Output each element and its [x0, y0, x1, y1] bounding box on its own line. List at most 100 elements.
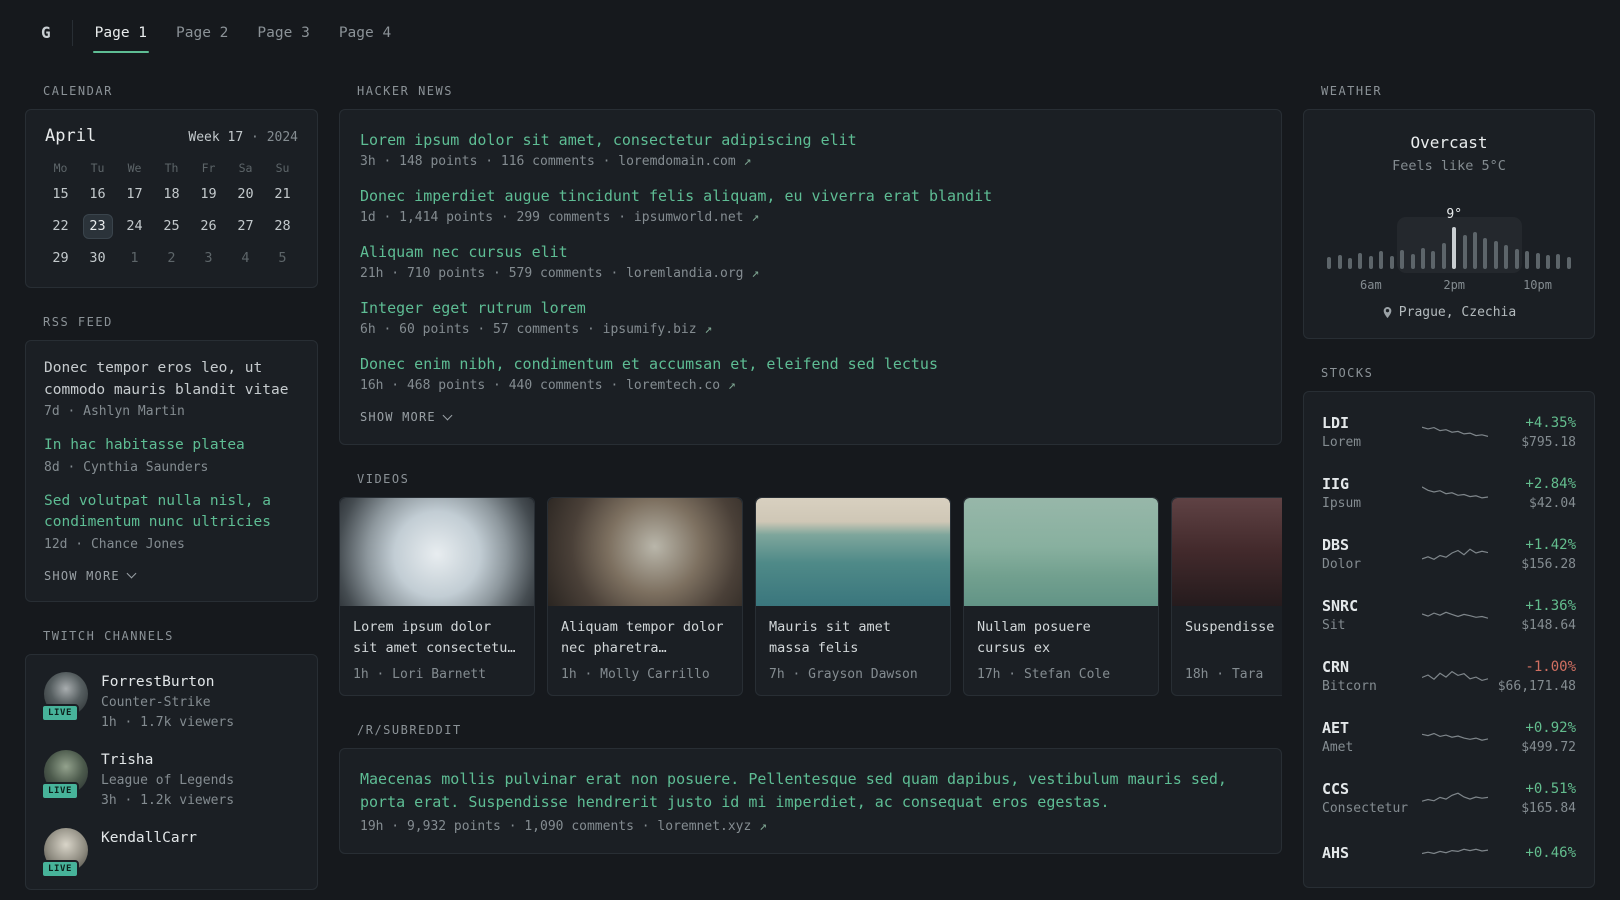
weather-bar	[1420, 248, 1425, 269]
stock-row[interactable]: DBS Dolor +1.42% $156.28	[1322, 524, 1576, 585]
calendar-day-number: 28	[274, 218, 291, 234]
weather-bar	[1452, 227, 1457, 269]
calendar-day: 4	[227, 245, 264, 271]
video-card[interactable]: Nullam posuere cursus ex 17h · Stefan Co…	[963, 497, 1159, 696]
stock-row[interactable]: SNRC Sit +1.36% $148.64	[1322, 585, 1576, 646]
external-link-icon[interactable]: ↗	[751, 266, 759, 281]
stock-name: Ipsum	[1322, 496, 1362, 511]
external-link-icon[interactable]: ↗	[728, 378, 736, 393]
live-badge: LIVE	[41, 781, 80, 800]
channel-category: Counter-Strike	[101, 694, 211, 710]
weather-section-title: WEATHER	[1321, 84, 1383, 98]
stock-price: $42.04	[1529, 496, 1576, 511]
stock-row[interactable]: AET Amet +0.92% $499.72	[1322, 707, 1576, 768]
twitch-widget: TWITCH CHANNELS LIVE ForrestBurton Count…	[25, 629, 318, 890]
calendar-day: 25	[153, 213, 190, 239]
channel-name: ForrestBurton	[101, 673, 215, 690]
hackernews-show-more-button[interactable]: SHOW MORE	[360, 410, 453, 424]
video-card[interactable]: Aliquam tempor dolor nec pharetra… 1h · …	[547, 497, 743, 696]
video-list: Lorem ipsum dolor sit amet consectetu… 1…	[339, 497, 1282, 696]
page-tab[interactable]: Page 4	[337, 0, 393, 66]
live-badge: LIVE	[41, 703, 80, 722]
video-thumbnail	[756, 498, 950, 606]
calendar-day: 30	[79, 245, 116, 271]
calendar-day-number: 21	[274, 186, 291, 202]
stock-values: -1.00% $66,171.48	[1496, 657, 1576, 696]
weather-bar	[1483, 238, 1488, 269]
page-tab[interactable]: Page 3	[255, 0, 311, 66]
stock-sparkline	[1422, 670, 1488, 681]
channel-meta: 1h · 1.7k viewers	[101, 714, 235, 730]
calendar-day: 2	[153, 245, 190, 271]
external-link-icon[interactable]: ↗	[744, 154, 752, 169]
video-title: Mauris sit amet massa felis	[769, 619, 891, 656]
stock-change: +0.46%	[1525, 845, 1576, 861]
stock-row[interactable]: AHS +0.46%	[1322, 829, 1576, 877]
rss-show-more-button[interactable]: SHOW MORE	[44, 569, 137, 583]
calendar-day: 27	[227, 213, 264, 239]
day-of-week-label: We	[127, 161, 142, 175]
hackernews-item-title[interactable]: Aliquam nec cursus elit	[360, 241, 1261, 263]
external-link-icon[interactable]: ↗	[704, 322, 712, 337]
calendar-day-number: 5	[278, 250, 287, 266]
calendar-day: 17	[116, 181, 153, 207]
weather-bar	[1493, 241, 1498, 269]
external-link-icon[interactable]: ↗	[751, 210, 759, 225]
stock-values: +2.84% $42.04	[1496, 474, 1576, 513]
calendar-grid: 15 16 17 18 19 20 21 22 23 24 25 26 27 2…	[42, 181, 301, 271]
hackernews-item: Donec enim nibh, condimentum et accumsan…	[360, 353, 1261, 393]
rss-item-title[interactable]: Sed volutpat nulla nisl, a condimentum n…	[44, 491, 299, 534]
weather-chart: 9° 6am 2pm 10pm	[1324, 194, 1574, 292]
video-meta: 18h · Tara	[1185, 667, 1264, 682]
video-title: Nullam posuere cursus ex	[977, 619, 1091, 656]
twitch-card: LIVE ForrestBurton Counter-Strike 1h · 1…	[25, 653, 318, 890]
video-meta: 17h · Stefan Cole	[977, 667, 1111, 682]
page-tab[interactable]: Page 2	[174, 0, 230, 66]
weather-bar	[1473, 232, 1478, 269]
hackernews-item-title[interactable]: Integer eget rutrum lorem	[360, 297, 1261, 319]
stock-price: $66,171.48	[1497, 679, 1576, 694]
video-card[interactable]: Lorem ipsum dolor sit amet consectetu… 1…	[339, 497, 535, 696]
subreddit-post-title[interactable]: Maecenas mollis pulvinar erat non posuer…	[360, 768, 1261, 814]
weather-time-label: 6am	[1360, 278, 1382, 292]
weather-condition: Overcast	[1410, 133, 1488, 152]
calendar-dow-row: Mo Tu We Th Fr Sa Su	[42, 159, 301, 181]
weather-location: Prague, Czechia	[1322, 305, 1576, 320]
hackernews-item-title[interactable]: Donec enim nibh, condimentum et accumsan…	[360, 353, 1261, 375]
stock-row[interactable]: CRN Bitcorn -1.00% $66,171.48	[1322, 646, 1576, 707]
stock-price: $165.84	[1521, 801, 1576, 816]
stock-sparkline	[1422, 848, 1488, 855]
rss-item-title[interactable]: Donec tempor eros leo, ut commodo mauris…	[44, 358, 299, 401]
channel-info: Trisha League of Legends 3h · 1.2k viewe…	[101, 750, 234, 811]
stock-row[interactable]: LDI Lorem +4.35% $795.18	[1322, 402, 1576, 463]
stock-sparkline	[1422, 426, 1488, 437]
calendar-day-number: 26	[200, 218, 217, 234]
twitch-channel[interactable]: LIVE ForrestBurton Counter-Strike 1h · 1…	[41, 671, 299, 733]
week-number: Week 17	[188, 130, 244, 145]
hackernews-item-title[interactable]: Donec imperdiet augue tincidunt felis al…	[360, 185, 1261, 207]
external-link-icon[interactable]: ↗	[759, 819, 767, 834]
stock-row[interactable]: CCS Consectetur +0.51% $165.84	[1322, 768, 1576, 829]
calendar-day-number: 1	[130, 250, 139, 266]
app-logo[interactable]: G	[41, 20, 73, 46]
twitch-channel[interactable]: LIVE KendallCarr	[41, 827, 299, 878]
weather-bar	[1337, 255, 1342, 269]
rss-item-title[interactable]: In hac habitasse platea	[44, 435, 299, 457]
stock-info: LDI Lorem	[1322, 413, 1414, 452]
calendar-day: 16	[79, 181, 116, 207]
hackernews-item-meta: 3h · 148 points · 116 comments · loremdo…	[360, 154, 1261, 169]
hackernews-item-meta-text: 1d · 1,414 points · 299 comments · ipsum…	[360, 210, 744, 225]
stock-symbol: DBS	[1322, 536, 1350, 554]
stock-change: +2.84%	[1525, 476, 1576, 492]
video-card[interactable]: Suspendisse diam 18h · Tara	[1171, 497, 1282, 696]
day-of-week-label: Sa	[238, 161, 253, 175]
twitch-channel[interactable]: LIVE Trisha League of Legends 3h · 1.2k …	[41, 749, 299, 811]
calendar-day-number: 20	[237, 186, 254, 202]
stock-row[interactable]: IIG Ipsum +2.84% $42.04	[1322, 463, 1576, 524]
video-card[interactable]: Mauris sit amet massa felis 7h · Grayson…	[755, 497, 951, 696]
videos-section-title: VIDEOS	[357, 472, 410, 486]
page-tab[interactable]: Page 1	[92, 0, 150, 66]
hackernews-item-title[interactable]: Lorem ipsum dolor sit amet, consectetur …	[360, 129, 1261, 151]
weather-bar	[1525, 251, 1530, 269]
week-separator: ·	[251, 130, 259, 145]
